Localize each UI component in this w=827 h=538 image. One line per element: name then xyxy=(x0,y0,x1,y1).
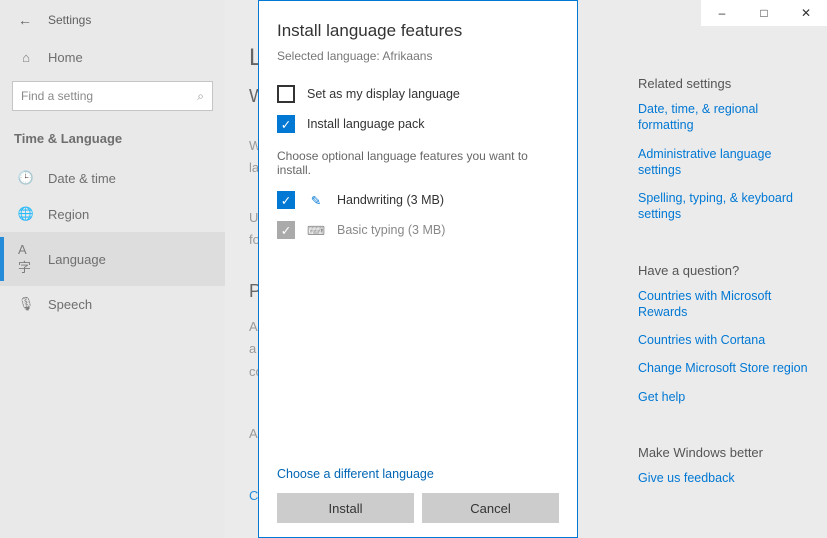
search-field[interactable] xyxy=(21,89,197,103)
nav-section-header: Time & Language xyxy=(0,129,225,160)
keyboard-icon: ⌨ xyxy=(307,223,325,238)
optional-features-heading: Choose optional language features you wa… xyxy=(277,149,559,177)
link-admin-language[interactable]: Administrative language settings xyxy=(638,146,815,179)
sidebar-item-region[interactable]: 🌐 Region xyxy=(0,196,225,232)
better-heading: Make Windows better xyxy=(638,445,815,460)
question-heading: Have a question? xyxy=(638,263,815,278)
settings-title: Settings xyxy=(48,13,91,27)
settings-header: ← Settings xyxy=(0,8,225,40)
clock-icon: 🕒 xyxy=(18,170,34,186)
checkbox-unchecked-icon[interactable] xyxy=(277,85,295,103)
related-heading: Related settings xyxy=(638,76,815,91)
option-label: Set as my display language xyxy=(307,87,460,101)
link-cortana-countries[interactable]: Countries with Cortana xyxy=(638,332,815,348)
checkbox-checked-icon[interactable]: ✓ xyxy=(277,115,295,133)
settings-sidebar: ← Settings ⌂ Home ⌕ Time & Language 🕒 Da… xyxy=(0,0,225,538)
option-install-pack[interactable]: ✓ Install language pack xyxy=(277,109,559,139)
option-label: Basic typing (3 MB) xyxy=(337,223,445,237)
search-input[interactable]: ⌕ xyxy=(12,81,213,111)
option-handwriting[interactable]: ✓ ✎ Handwriting (3 MB) xyxy=(277,185,559,215)
maximize-button[interactable]: □ xyxy=(743,0,785,26)
option-label: Handwriting (3 MB) xyxy=(337,193,444,207)
sidebar-item-datetime[interactable]: 🕒 Date & time xyxy=(0,160,225,196)
link-store-region[interactable]: Change Microsoft Store region xyxy=(638,360,815,376)
back-icon[interactable]: ← xyxy=(18,12,32,28)
home-nav[interactable]: ⌂ Home xyxy=(0,40,225,75)
choose-different-language-link[interactable]: Choose a different language xyxy=(277,467,559,481)
nav-label: Language xyxy=(48,252,106,267)
dialog-title: Install language features xyxy=(277,21,559,41)
minimize-button[interactable]: – xyxy=(701,0,743,26)
language-icon: A字 xyxy=(18,242,34,276)
microphone-icon: 🎙 xyxy=(18,296,34,312)
selected-language: Selected language: Afrikaans xyxy=(277,49,559,63)
link-date-formatting[interactable]: Date, time, & regional formatting xyxy=(638,101,815,134)
link-feedback[interactable]: Give us feedback xyxy=(638,470,815,486)
home-label: Home xyxy=(48,50,83,65)
nav-label: Date & time xyxy=(48,171,116,186)
checkbox-disabled-icon: ✓ xyxy=(277,221,295,239)
sidebar-item-speech[interactable]: 🎙 Speech xyxy=(0,286,225,322)
handwriting-icon: ✎ xyxy=(307,193,325,208)
cancel-button[interactable]: Cancel xyxy=(422,493,559,523)
link-get-help[interactable]: Get help xyxy=(638,389,815,405)
home-icon: ⌂ xyxy=(18,50,34,65)
window-controls: – □ ✕ xyxy=(701,0,827,26)
globe-icon: 🌐 xyxy=(18,206,34,222)
option-label: Install language pack xyxy=(307,117,424,131)
nav-label: Region xyxy=(48,207,89,222)
spacer xyxy=(277,245,559,467)
close-button[interactable]: ✕ xyxy=(785,0,827,26)
search-icon: ⌕ xyxy=(197,89,204,104)
install-button[interactable]: Install xyxy=(277,493,414,523)
dialog-buttons: Install Cancel xyxy=(277,493,559,523)
link-ms-rewards[interactable]: Countries with Microsoft Rewards xyxy=(638,288,815,321)
related-panel: Related settings Date, time, & regional … xyxy=(638,76,815,498)
option-set-display[interactable]: Set as my display language xyxy=(277,79,559,109)
checkbox-checked-icon[interactable]: ✓ xyxy=(277,191,295,209)
nav-label: Speech xyxy=(48,297,92,312)
sidebar-item-language[interactable]: A字 Language xyxy=(0,232,225,286)
install-language-dialog: Install language features Selected langu… xyxy=(258,0,578,538)
option-basic-typing: ✓ ⌨ Basic typing (3 MB) xyxy=(277,215,559,245)
link-keyboard-settings[interactable]: Spelling, typing, & keyboard settings xyxy=(638,190,815,223)
